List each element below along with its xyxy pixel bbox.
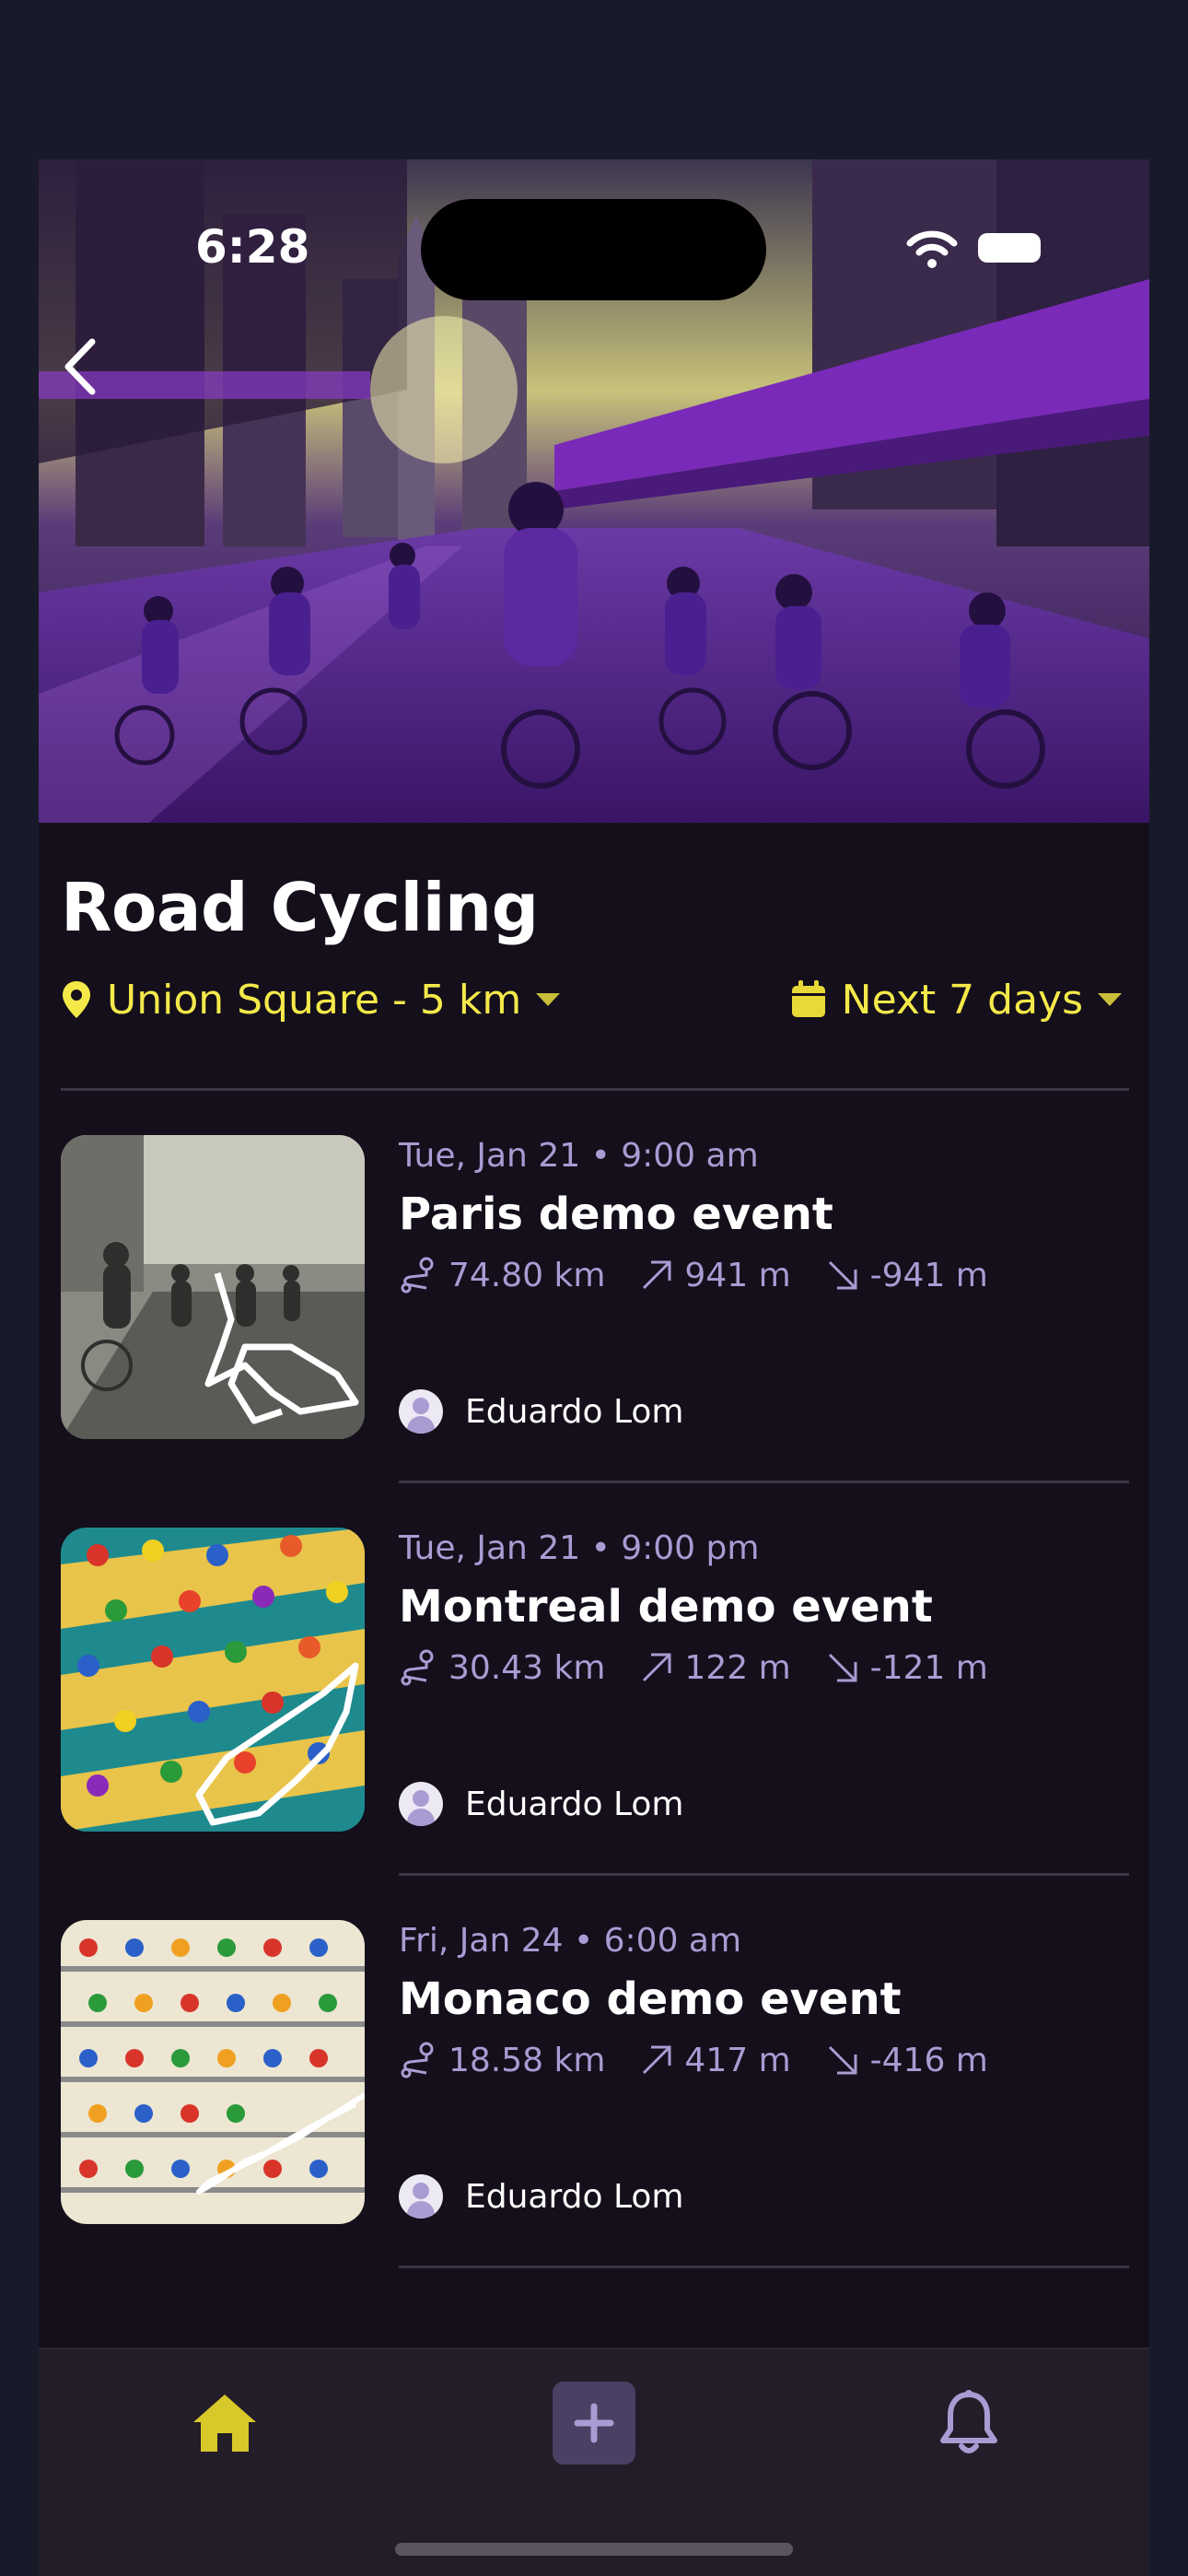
owner-name: Eduardo Lom (465, 1392, 684, 1431)
page-title: Road Cycling (61, 869, 539, 946)
event-date: Tue, Jan 21 • 9:00 am (399, 1137, 759, 1175)
arrow-down-right-icon (828, 1653, 857, 1682)
date-filter-label: Next 7 days (841, 976, 1083, 1024)
event-owner: Eduardo Lom (399, 1782, 683, 1826)
tab-notifications[interactable] (923, 2377, 1015, 2469)
event-stats: 30.43 km 122 m -121 m (399, 1647, 1021, 1688)
home-icon (193, 2395, 256, 2452)
event-descent: -941 m (869, 1256, 988, 1294)
app-screen: 6:28 Road Cycling Union Square - 5 km Ne… (39, 159, 1149, 2576)
hero-image: 6:28 (39, 159, 1149, 823)
event-ascent: 417 m (684, 2041, 791, 2079)
route-icon (401, 1257, 434, 1294)
event-ascent: 941 m (684, 1256, 791, 1294)
event-name: Monaco demo event (399, 1973, 902, 2025)
event-date: Tue, Jan 21 • 9:00 pm (399, 1529, 760, 1567)
event-name: Montreal demo event (399, 1581, 933, 1633)
event-stats: 18.58 km 417 m -416 m (399, 2040, 1021, 2080)
home-indicator[interactable] (395, 2543, 793, 2556)
owner-name: Eduardo Lom (465, 2177, 684, 2216)
event-distance: 30.43 km (448, 1648, 606, 1687)
battery-icon (978, 233, 1041, 263)
row-divider (399, 2266, 1129, 2268)
route-icon (401, 2042, 434, 2078)
event-ascent: 122 m (684, 1648, 791, 1687)
event-date: Fri, Jan 24 • 6:00 am (399, 1922, 742, 1960)
event-descent: -121 m (869, 1648, 988, 1687)
location-filter-label: Union Square - 5 km (107, 976, 522, 1024)
arrow-up-right-icon (643, 1653, 671, 1682)
arrow-down-right-icon (828, 1260, 857, 1290)
event-owner: Eduardo Lom (399, 1389, 683, 1434)
event-distance: 74.80 km (448, 1256, 606, 1294)
event-thumbnail (61, 1528, 365, 1832)
calendar-icon (791, 980, 825, 1017)
location-filter[interactable]: Union Square - 5 km (61, 972, 561, 1027)
map-pin-icon (63, 981, 90, 1018)
status-time: 6:28 (195, 220, 310, 274)
arrow-up-right-icon (643, 1260, 671, 1290)
event-thumbnail (61, 1920, 365, 2224)
event-card-monaco[interactable]: Fri, Jan 24 • 6:00 am Monaco demo event … (61, 1920, 1129, 2224)
event-card-montreal[interactable]: Tue, Jan 21 • 9:00 pm Montreal demo even… (61, 1528, 1129, 1832)
tab-bar (39, 2348, 1149, 2576)
event-name: Paris demo event (399, 1188, 833, 1240)
add-event-button[interactable] (553, 2382, 635, 2465)
avatar (399, 2174, 443, 2219)
bell-icon (940, 2390, 997, 2453)
row-divider (399, 1481, 1129, 1483)
arrow-down-right-icon (828, 2045, 857, 2075)
date-filter[interactable]: Next 7 days (790, 972, 1122, 1027)
back-button[interactable] (57, 334, 140, 417)
header-divider (61, 1088, 1129, 1091)
plus-icon (574, 2403, 614, 2443)
route-icon (401, 1649, 434, 1686)
caret-down-icon (1098, 993, 1122, 1006)
event-thumbnail (61, 1135, 365, 1439)
event-distance: 18.58 km (448, 2041, 606, 2079)
arrow-up-right-icon (643, 2045, 671, 2075)
event-stats: 74.80 km 941 m -941 m (399, 1255, 1021, 1295)
owner-name: Eduardo Lom (465, 1785, 684, 1823)
tab-home[interactable] (179, 2377, 271, 2469)
event-owner: Eduardo Lom (399, 2174, 683, 2219)
row-divider (399, 1873, 1129, 1876)
avatar (399, 1389, 443, 1434)
caret-down-icon (536, 993, 561, 1006)
event-card-paris[interactable]: Tue, Jan 21 • 9:00 am Paris demo event 7… (61, 1135, 1129, 1439)
dynamic-island (421, 199, 766, 300)
event-descent: -416 m (869, 2041, 988, 2079)
avatar (399, 1782, 443, 1826)
chevron-left-icon (64, 338, 96, 395)
